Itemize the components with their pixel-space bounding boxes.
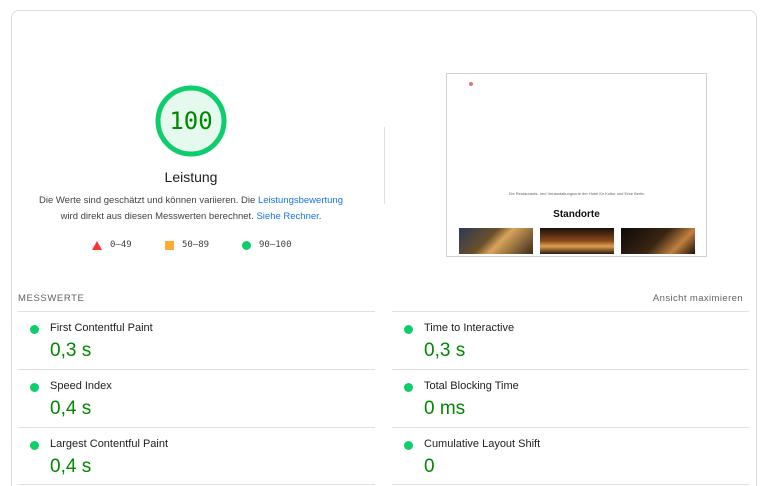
pass-circle-icon	[30, 383, 39, 392]
metric-total-blocking-time: Total Blocking Time 0 ms	[392, 370, 749, 427]
description-text-2: wird direkt aus diesen Messwerten berech…	[60, 211, 257, 222]
score-title: Leistung	[164, 169, 218, 185]
page-screenshot-thumbnail[interactable]: Die Restaurants- und Veranstaltungsorte …	[446, 73, 707, 257]
thumbnail-heading: Standorte	[553, 209, 600, 220]
thumbnail-logo-icon	[469, 82, 473, 86]
metric-name: Time to Interactive	[424, 322, 515, 334]
metric-cumulative-layout-shift: Cumulative Layout Shift 0	[392, 428, 749, 485]
metrics-divider	[18, 484, 375, 485]
pass-circle-icon	[404, 441, 413, 450]
metric-name: Total Blocking Time	[424, 380, 519, 392]
metric-largest-contentful-paint: Largest Contentful Paint 0,4 s	[18, 428, 375, 485]
expand-view-toggle[interactable]: Ansicht maximieren	[653, 293, 743, 304]
metric-first-contentful-paint: First Contentful Paint 0,3 s	[18, 312, 375, 369]
legend-label: 50–89	[182, 240, 210, 250]
metric-name: First Contentful Paint	[50, 322, 153, 334]
metric-time-to-interactive: Time to Interactive 0,3 s	[392, 312, 749, 369]
thumbnail-photo-2	[540, 228, 614, 254]
metric-name: Largest Contentful Paint	[50, 438, 169, 450]
description-text-1: Die Werte sind geschätzt und können vari…	[38, 195, 258, 206]
calculator-link[interactable]: Siehe Rechner	[256, 211, 318, 222]
metrics-section-label: MESSWERTE	[18, 293, 85, 304]
legend-label: 0–49	[110, 240, 132, 250]
performance-score-link[interactable]: Leistungsbewertung	[258, 195, 343, 206]
legend-item-fail: 0–49	[92, 240, 132, 250]
legend-item-pass: 90–100	[242, 240, 292, 250]
metric-value: 0,4 s	[50, 398, 92, 419]
score-value: 100	[169, 107, 213, 135]
metric-value: 0,3 s	[50, 340, 92, 361]
pass-circle-icon	[404, 383, 413, 392]
metric-name: Speed Index	[50, 380, 112, 392]
pass-circle-icon	[30, 325, 39, 334]
score-description: Die Werte sind geschätzt und können vari…	[30, 193, 352, 225]
metric-value: 0	[424, 456, 435, 477]
legend-item-average: 50–89	[165, 240, 209, 250]
pass-circle-icon	[404, 325, 413, 334]
metric-value: 0,3 s	[424, 340, 466, 361]
thumbnail-photo-1	[459, 228, 533, 254]
score-legend: 0–49 50–89 90–100	[0, 240, 382, 252]
thumbnail-caption: Die Restaurants- und Veranstaltungsorte …	[508, 191, 645, 196]
description-text-3: .	[318, 211, 322, 222]
metric-speed-index: Speed Index 0,4 s	[18, 370, 375, 427]
metric-name: Cumulative Layout Shift	[424, 438, 541, 450]
metric-value: 0,4 s	[50, 456, 92, 477]
triangle-icon	[92, 240, 102, 250]
thumbnail-photo-3	[621, 228, 695, 254]
score-gauge: 100	[153, 83, 229, 159]
circle-icon	[242, 240, 251, 250]
metric-value: 0 ms	[424, 398, 466, 419]
metrics-divider	[392, 484, 749, 485]
legend-label: 90–100	[259, 240, 292, 250]
square-icon	[165, 240, 174, 250]
pass-circle-icon	[30, 441, 39, 450]
vertical-divider	[384, 127, 385, 204]
